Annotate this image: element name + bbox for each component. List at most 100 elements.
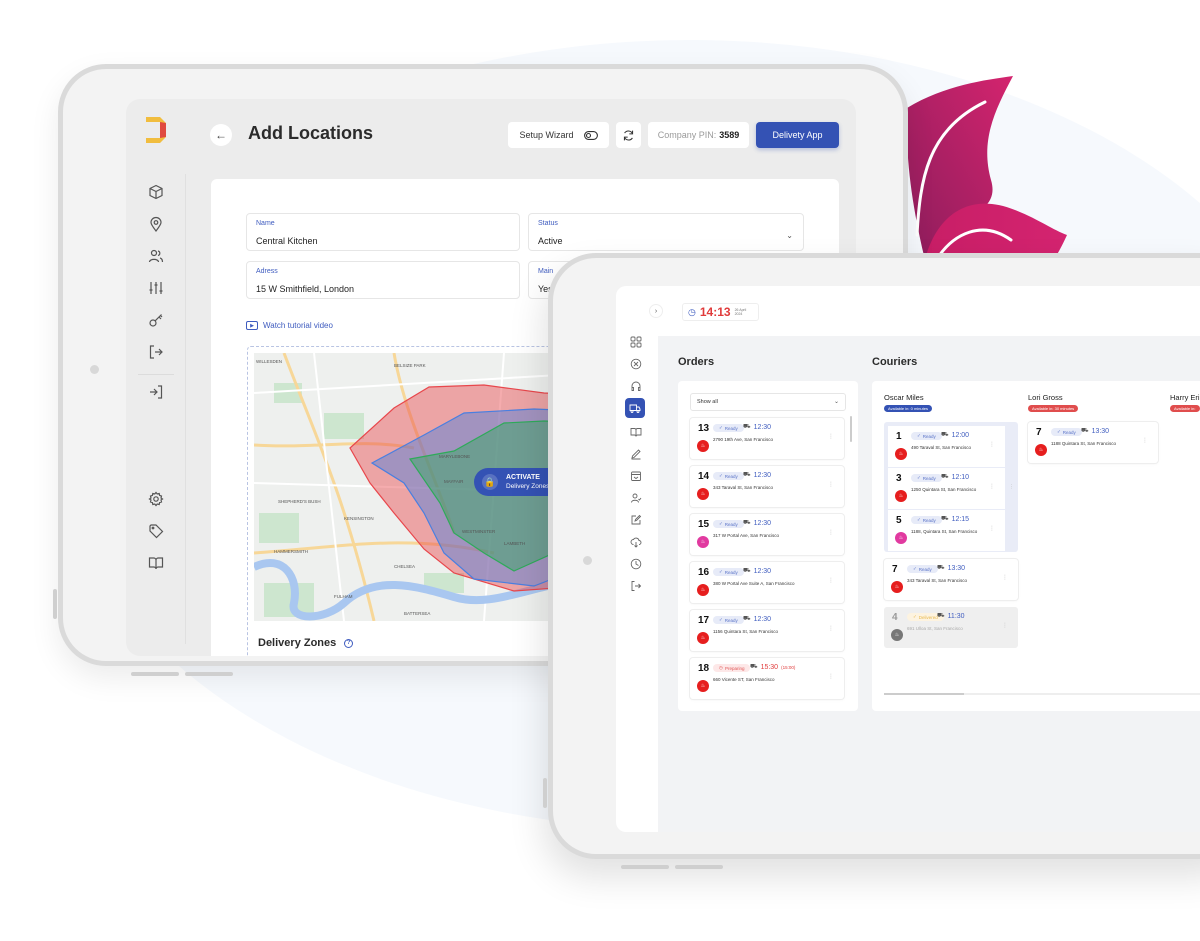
- courier-route-group[interactable]: 1 ✓ Ready ⛟ 12:00 ♨ 490 Taraval St, San Franci…: [884, 422, 1018, 552]
- more-options-icon[interactable]: ⋮: [828, 673, 834, 680]
- setup-wizard-button[interactable]: Setup Wizard: [508, 122, 609, 148]
- order-card[interactable]: 7 ✓ Ready ⛟ 13:30 ♨ 1188 Quintara St, San Fran…: [1028, 422, 1158, 463]
- truck-icon: ⛟: [941, 516, 949, 522]
- order-status-badge: ◷ Preparing: [713, 664, 751, 672]
- toggle-icon[interactable]: [583, 130, 598, 140]
- book-icon[interactable]: [630, 426, 642, 438]
- park-area: [324, 413, 364, 439]
- truck-icon: ⛟: [743, 424, 751, 430]
- order-card[interactable]: 18 ◷ Preparing ⛟ 15:30 (15:00) ♨ 660 Vicente ST…: [690, 658, 844, 699]
- map-place-label: KENSINGTON: [344, 516, 374, 521]
- gear-icon[interactable]: [148, 491, 164, 507]
- order-address: 660 Vicente ST, San Francisco: [713, 677, 775, 682]
- order-card[interactable]: 1 ✓ Ready ⛟ 12:00 ♨ 490 Taraval St, San Franci…: [888, 426, 1005, 467]
- order-card[interactable]: 13 ✓ Ready ⛟ 12:30 ♨ 2790 19th Ave, San Franci…: [690, 418, 844, 459]
- orders-scrollbar[interactable]: [850, 416, 852, 442]
- status-icon: ✓: [719, 521, 723, 526]
- logout-icon[interactable]: [630, 580, 642, 592]
- refresh-button[interactable]: [616, 122, 641, 148]
- courier-name: Harry Eri: [1170, 393, 1200, 402]
- setup-wizard-label: Setup Wizard: [519, 130, 574, 140]
- book-icon[interactable]: [148, 555, 164, 571]
- status-icon: ✓: [913, 614, 917, 619]
- order-card[interactable]: 7 ✓ Ready ⛟ 13:30 ♨ 343 Taraval St, San Franci…: [884, 559, 1018, 600]
- order-card[interactable]: 5 ✓ Ready ⛟ 12:15 ♨ 1188, Quintara St, San Fra…: [888, 510, 1005, 551]
- address-field[interactable]: Adress 15 W Smithfield, London: [246, 261, 520, 299]
- order-eta-time: 11:30: [947, 612, 965, 620]
- chevron-right-icon: ›: [654, 307, 658, 315]
- name-field[interactable]: Name Central Kitchen: [246, 213, 520, 251]
- back-button[interactable]: ←: [210, 124, 232, 146]
- volume-button: [543, 778, 547, 808]
- volume-button: [53, 589, 57, 619]
- activate-title: ACTIVATE: [506, 474, 540, 481]
- edit-icon[interactable]: [630, 514, 642, 526]
- more-options-icon[interactable]: ⋮: [828, 577, 834, 584]
- more-options-icon[interactable]: ⋮: [989, 525, 995, 532]
- more-options-icon[interactable]: ⋮: [989, 483, 995, 490]
- headphones-icon[interactable]: [630, 380, 642, 392]
- more-options-icon[interactable]: ⋮: [828, 625, 834, 632]
- key-icon[interactable]: [148, 312, 164, 328]
- restaurant-logo: ♨: [891, 629, 903, 641]
- help-icon[interactable]: ?: [344, 638, 354, 648]
- order-status-label: Ready: [724, 569, 738, 575]
- drag-handle-icon[interactable]: ⋮: [1009, 484, 1014, 490]
- order-eta: ⛟ 15:30 (15:00): [750, 663, 795, 671]
- location-pin-icon[interactable]: [148, 216, 164, 232]
- user-check-icon[interactable]: [630, 492, 642, 504]
- order-card[interactable]: 17 ✓ Ready ⛟ 12:30 ♨ 1156 Quintara St, San Fra…: [690, 610, 844, 651]
- calendar-icon[interactable]: [630, 470, 642, 482]
- expand-sidebar-button[interactable]: ›: [649, 304, 663, 318]
- more-options-icon[interactable]: ⋮: [828, 529, 834, 536]
- order-card[interactable]: 3 ✓ Ready ⛟ 12:10 ♨ 1250 Quintara St, San Fran…: [888, 468, 1005, 509]
- status-value: Active: [538, 236, 563, 246]
- cube-icon[interactable]: [148, 184, 164, 200]
- grid-icon[interactable]: [630, 336, 642, 348]
- order-card[interactable]: 16 ✓ Ready ⛟ 12:30 ♨ 380 W Portal Ave Suite A,…: [690, 562, 844, 603]
- status-select[interactable]: Status Active ⌄: [528, 213, 804, 251]
- order-card[interactable]: 4 ✓ Delivered ⛟ 11:30 ♨ 691 Ulloa St, San Fran…: [884, 607, 1018, 648]
- scrollbar-thumb[interactable]: [884, 693, 964, 695]
- address-value: 15 W Smithfield, London: [256, 284, 355, 294]
- more-options-icon[interactable]: ⋮: [828, 481, 834, 488]
- more-options-icon[interactable]: ⋮: [1002, 622, 1008, 629]
- order-card[interactable]: 15 ✓ Ready ⛟ 12:30 ♨ 317 W Portal Ave, San Fra…: [690, 514, 844, 555]
- sidebar-divider: [138, 374, 174, 375]
- order-card[interactable]: 14 ✓ Ready ⛟ 12:30 ♨ 343 Taraval St, San Franc…: [690, 466, 844, 507]
- couriers-horizontal-scrollbar[interactable]: [884, 693, 1200, 695]
- order-status-label: Ready: [724, 425, 738, 431]
- delivery-zones-map-container: WILLESDEN BELSIZE PARK ISLINGTON MARYLEB…: [247, 346, 577, 656]
- more-options-icon[interactable]: ⋮: [1002, 574, 1008, 581]
- login-icon[interactable]: [148, 384, 164, 400]
- clock-icon[interactable]: [630, 558, 642, 570]
- more-options-icon[interactable]: ⋮: [989, 441, 995, 448]
- park-area: [264, 583, 314, 617]
- sidebar-item-deliveries[interactable]: [625, 398, 645, 418]
- hardware-button: [131, 672, 179, 676]
- courier-availability-badge: Available in: 30 minutes: [1028, 405, 1079, 412]
- more-options-icon[interactable]: ⋮: [828, 433, 834, 440]
- tag-icon[interactable]: [148, 523, 164, 539]
- order-status-label: Preparing: [724, 665, 745, 671]
- order-status-label: Delivered: [918, 614, 938, 620]
- sliders-icon[interactable]: [148, 280, 164, 296]
- company-pin-label: Company PIN:: [657, 130, 717, 140]
- order-eta-time: 12:10: [951, 473, 970, 481]
- watch-tutorial-link[interactable]: ▶ Watch tutorial video: [246, 321, 333, 330]
- orders-filter-select[interactable]: Show all ⌄: [690, 393, 846, 411]
- order-number: 7: [892, 564, 898, 575]
- map-place-label: MARYLEBONE: [439, 454, 470, 459]
- users-icon[interactable]: [148, 248, 164, 264]
- map-place-label: FULHAM: [334, 594, 353, 599]
- delivery-zones-map[interactable]: WILLESDEN BELSIZE PARK ISLINGTON MARYLEB…: [254, 353, 576, 621]
- more-options-icon[interactable]: ⋮: [1142, 437, 1148, 444]
- logout-icon[interactable]: [148, 344, 164, 360]
- close-circle-icon[interactable]: [630, 358, 642, 370]
- cloud-download-icon[interactable]: [630, 536, 642, 548]
- pencil-icon[interactable]: [630, 448, 642, 460]
- map-place-label: LAMBETH: [504, 541, 525, 546]
- delivery-app-button[interactable]: Delivety App: [756, 122, 839, 148]
- order-status-label: Ready: [724, 473, 738, 479]
- order-status-badge: ✓ Ready: [713, 424, 744, 432]
